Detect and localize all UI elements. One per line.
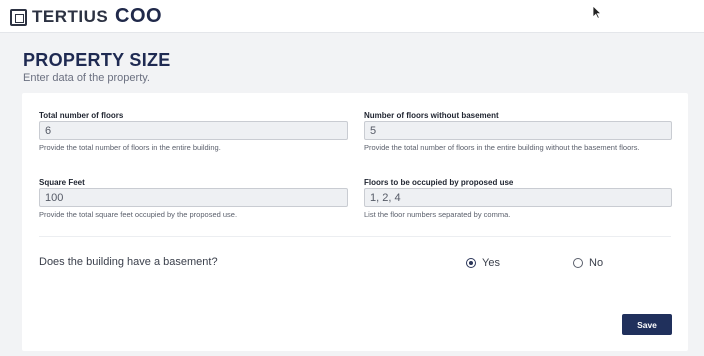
basement-no-radio[interactable]: No	[573, 257, 603, 269]
square-feet-input[interactable]	[39, 188, 348, 207]
total-floors-input[interactable]	[39, 121, 348, 140]
radio-unchecked-icon[interactable]	[573, 258, 583, 268]
save-button[interactable]: Save	[622, 314, 672, 335]
logo-icon	[10, 8, 27, 26]
total-floors-help: Provide the total number of floors in th…	[39, 143, 221, 152]
floors-occupied-input[interactable]	[364, 188, 672, 207]
floors-occupied-help: List the floor numbers separated by comm…	[364, 210, 511, 219]
page-title: PROPERTY SIZE	[23, 50, 171, 70]
basement-yes-radio[interactable]: Yes	[466, 257, 500, 269]
top-bar: TERTIUS COO	[0, 0, 704, 33]
floors-occupied-label: Floors to be occupied by proposed use	[364, 178, 514, 187]
floors-without-basement-label: Number of floors without basement	[364, 111, 499, 120]
square-feet-label: Square Feet	[39, 178, 85, 187]
floors-without-basement-input[interactable]	[364, 121, 672, 140]
section-divider	[39, 236, 671, 237]
basement-question: Does the building have a basement?	[39, 256, 218, 268]
basement-yes-label: Yes	[482, 257, 500, 269]
brand-name: TERTIUS	[32, 7, 109, 26]
square-feet-help: Provide the total square feet occupied b…	[39, 210, 238, 219]
floors-without-basement-help: Provide the total number of floors in th…	[364, 143, 640, 152]
app-name: COO	[115, 5, 163, 27]
basement-no-label: No	[589, 257, 604, 269]
total-floors-label: Total number of floors	[39, 111, 124, 120]
brand-logo[interactable]: TERTIUS	[10, 7, 108, 27]
property-size-form: Total number of floors Provide the total…	[22, 93, 688, 351]
mouse-cursor-icon	[592, 5, 602, 19]
page-subtitle: Enter data of the property.	[23, 72, 150, 84]
radio-checked-icon[interactable]	[466, 258, 476, 268]
